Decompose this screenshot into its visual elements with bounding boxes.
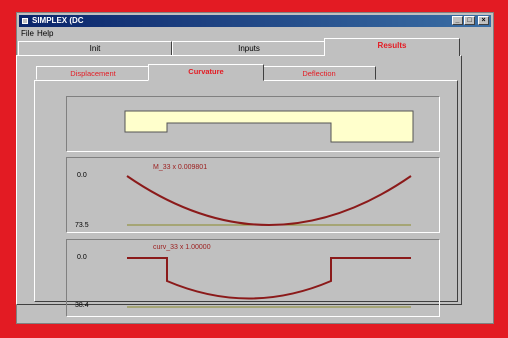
close-icon[interactable]: × (478, 16, 489, 25)
main-tab-row: Init Inputs Results (18, 38, 460, 56)
maximize-icon[interactable]: □ (464, 16, 475, 25)
moment-plot (126, 175, 412, 226)
curvature-plot-frame: curv_33 x 1.00000 0.0 38.4 (66, 239, 440, 317)
window-controls: _ □ × (452, 16, 489, 26)
sub-tab-row: Displacement Curvature Deflection (36, 64, 376, 81)
minimize-icon[interactable]: _ (452, 16, 463, 25)
tab-results[interactable]: Results (324, 38, 460, 56)
window-title: SIMPLEX (DC (32, 16, 84, 25)
tab-deflection[interactable]: Deflection (262, 66, 376, 80)
tab-curvature[interactable]: Curvature (148, 64, 264, 81)
title-bar[interactable]: SIMPLEX (DC _ □ × (19, 15, 491, 27)
curvature-curve (127, 257, 411, 300)
tab-inputs[interactable]: Inputs (172, 41, 326, 55)
tab-displacement[interactable]: Displacement (36, 66, 150, 80)
moment-plot-frame: M_33 x 0.009801 0.0 73.5 (66, 157, 440, 233)
menu-file[interactable]: File (21, 28, 34, 39)
menu-help[interactable]: Help (37, 28, 53, 39)
moment-curve (126, 175, 412, 226)
tab-init[interactable]: Init (18, 41, 172, 55)
app-icon (22, 18, 28, 24)
beam-profile-frame (66, 96, 440, 152)
beam-profile-shape (124, 110, 414, 143)
curvature-plot (127, 257, 411, 308)
beam-profile-plot (124, 110, 414, 143)
